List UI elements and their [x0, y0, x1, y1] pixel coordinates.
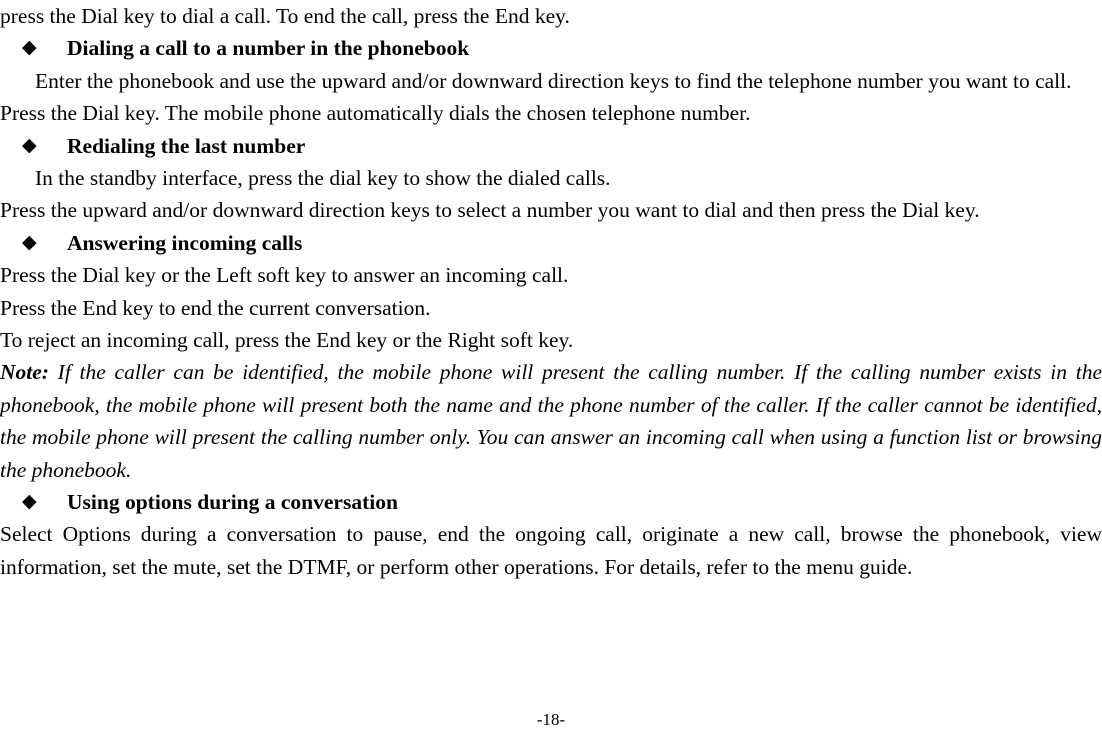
paragraph-select-options-during-conversation: Select Options during a conversation to … — [0, 522, 1102, 579]
intro-continuation-line: press the Dial key to dial a call. To en… — [0, 4, 570, 28]
paragraph-press-upward-downward: Press the upward and/or downward directi… — [0, 198, 980, 223]
line-press-dial-key-automatic: Press the Dial key. The mobile phone aut… — [0, 101, 751, 126]
heading-redialing-the-last-number-label: Redialing the last number — [67, 133, 306, 158]
diamond-bullet-icon: ◆ — [22, 231, 37, 253]
note-label: Note: — [0, 360, 49, 385]
line-press-dial-or-left-soft-key: Press the Dial key or the Left soft key … — [0, 263, 569, 288]
heading-answering-incoming-calls-label: Answering incoming calls — [67, 230, 303, 255]
line-in-the-standby-interface: In the standby interface, press the dial… — [35, 166, 611, 190]
diamond-bullet-icon: ◆ — [22, 134, 37, 156]
line-to-reject-an-incoming-call: To reject an incoming call, press the En… — [0, 328, 574, 353]
heading-redialing-the-last-number: ◆ Redialing the last number — [0, 130, 1102, 162]
heading-dialing-a-call-to-a-number-in-the-phonebook-label: Dialing a call to a number in the phoneb… — [67, 36, 470, 61]
line-press-end-key-to-end: Press the End key to end the current con… — [0, 295, 431, 320]
heading-dialing-a-call-to-a-number-in-the-phonebook: ◆ Dialing a call to a number in the phone… — [0, 32, 1102, 64]
diamond-bullet-icon: ◆ — [22, 491, 37, 513]
document-page: press the Dial key to dial a call. To en… — [0, 0, 1102, 734]
paragraph-enter-the-phonebook: Enter the phonebook and use the upward a… — [35, 68, 1072, 93]
page-content: press the Dial key to dial a call. To en… — [0, 0, 1102, 583]
heading-using-options-during-a-conversation: ◆ Using options during a conversation — [0, 486, 1102, 518]
heading-answering-incoming-calls: ◆ Answering incoming calls — [0, 227, 1102, 259]
heading-using-options-during-a-conversation-label: Using options during a conversation — [67, 490, 398, 515]
paragraph-note-caller-identification: Note: If the caller can be identified, t… — [0, 356, 1102, 486]
note-body: If the caller can be identified, the mob… — [0, 360, 1102, 482]
diamond-bullet-icon: ◆ — [22, 37, 37, 59]
page-number: -18- — [536, 710, 566, 729]
